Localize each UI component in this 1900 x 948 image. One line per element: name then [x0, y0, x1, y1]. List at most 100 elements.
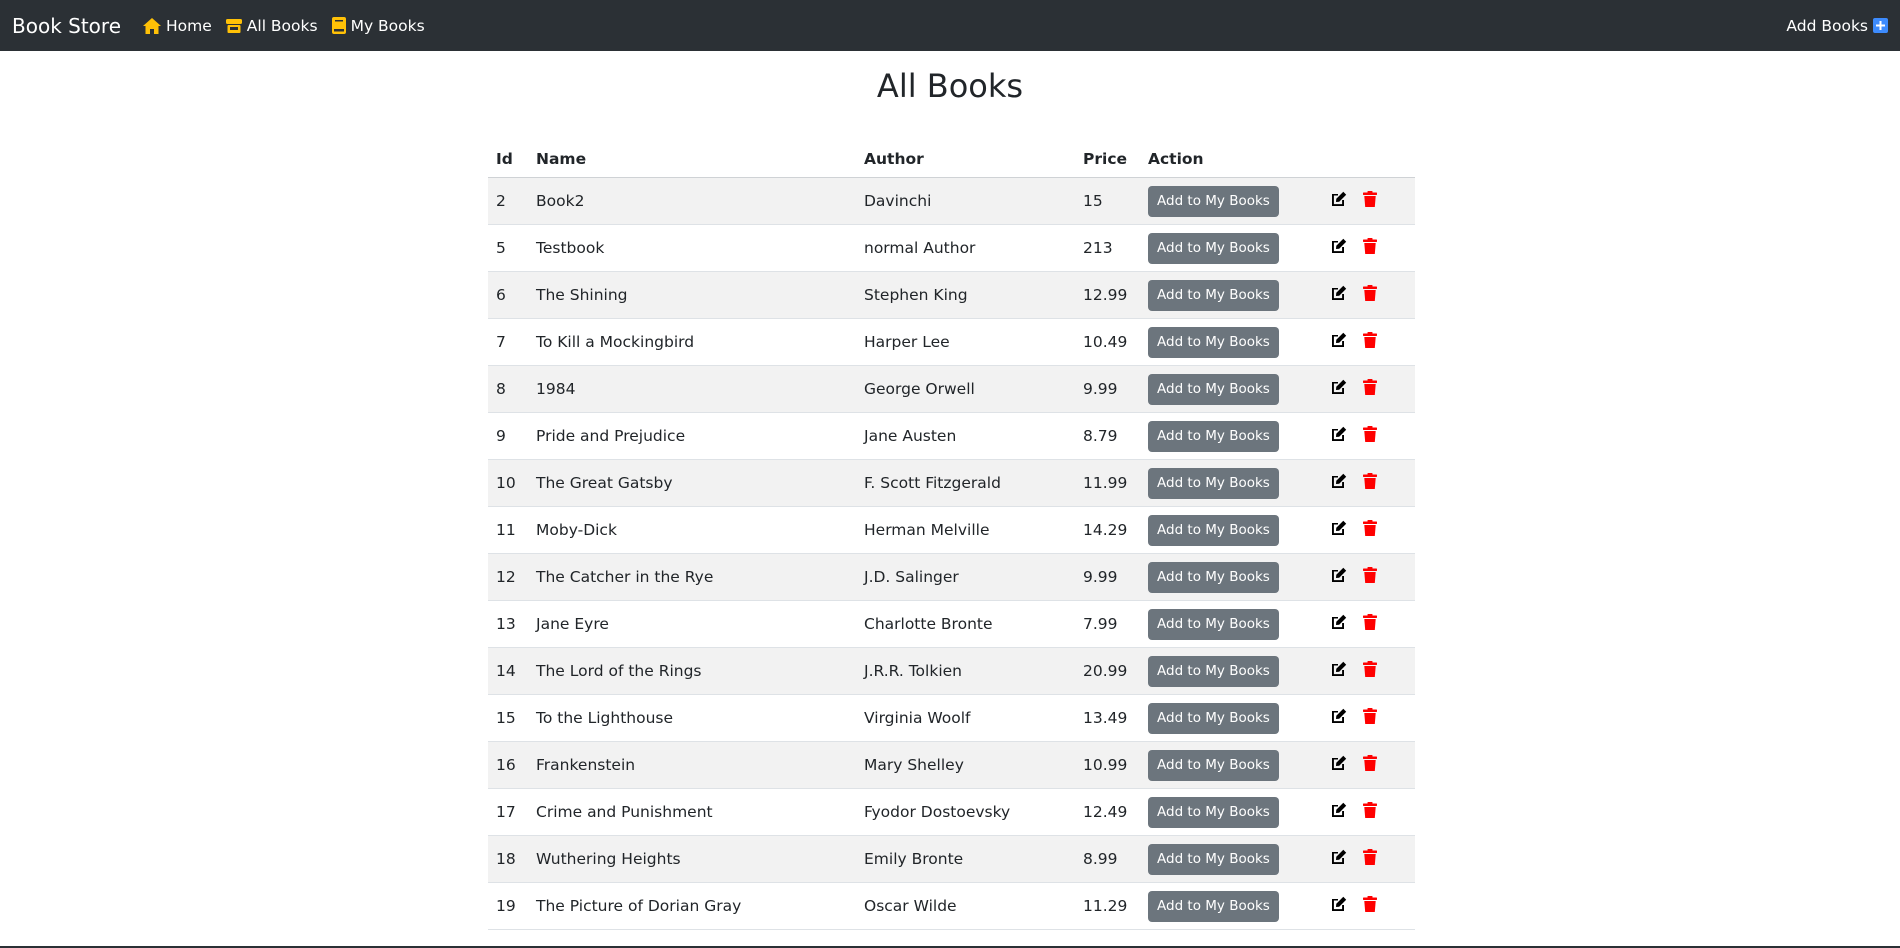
delete-button[interactable] — [1363, 238, 1377, 254]
trash-icon — [1363, 708, 1377, 724]
cell-name: Book2 — [528, 177, 856, 225]
cell-edit-action — [1323, 647, 1355, 695]
delete-button[interactable] — [1363, 708, 1377, 724]
edit-button[interactable] — [1331, 520, 1347, 536]
table-row: 2 Book2 Davinchi 15 Add to My Books — [488, 177, 1415, 225]
cell-delete-action — [1355, 882, 1415, 930]
delete-button[interactable] — [1363, 379, 1377, 395]
edit-icon — [1332, 332, 1347, 347]
cell-edit-action — [1323, 553, 1355, 601]
delete-button[interactable] — [1363, 661, 1377, 677]
edit-button[interactable] — [1331, 708, 1347, 724]
edit-button[interactable] — [1331, 755, 1347, 771]
add-to-my-books-button[interactable]: Add to My Books — [1148, 608, 1279, 640]
delete-button[interactable] — [1363, 426, 1377, 442]
cell-edit-action — [1323, 412, 1355, 460]
table-row: 10 The Great Gatsby F. Scott Fitzgerald … — [488, 459, 1415, 507]
delete-button[interactable] — [1363, 614, 1377, 630]
edit-button[interactable] — [1331, 332, 1347, 348]
cell-price: 13.49 — [1075, 694, 1140, 742]
add-to-my-books-button[interactable]: Add to My Books — [1148, 655, 1279, 687]
add-books-link[interactable]: Add Books — [1786, 17, 1888, 35]
edit-button[interactable] — [1331, 614, 1347, 630]
edit-button[interactable] — [1331, 379, 1347, 395]
edit-button[interactable] — [1331, 849, 1347, 865]
trash-icon — [1363, 379, 1377, 395]
table-row: 8 1984 George Orwell 9.99 Add to My Book… — [488, 365, 1415, 413]
nav-home-link[interactable]: Home — [143, 17, 212, 35]
delete-button[interactable] — [1363, 520, 1377, 536]
trash-icon — [1363, 191, 1377, 207]
delete-button[interactable] — [1363, 473, 1377, 489]
brand-logo-text[interactable]: Book Store — [12, 14, 121, 38]
add-to-my-books-button[interactable]: Add to My Books — [1148, 185, 1279, 217]
edit-button[interactable] — [1331, 426, 1347, 442]
delete-button[interactable] — [1363, 191, 1377, 207]
nav-my-books-link[interactable]: My Books — [331, 17, 425, 35]
add-to-my-books-button[interactable]: Add to My Books — [1148, 514, 1279, 546]
add-to-my-books-button[interactable]: Add to My Books — [1148, 702, 1279, 734]
edit-icon — [1332, 755, 1347, 770]
table-row: 13 Jane Eyre Charlotte Bronte 7.99 Add t… — [488, 600, 1415, 648]
cell-id: 7 — [488, 318, 528, 366]
edit-button[interactable] — [1331, 802, 1347, 818]
trash-icon — [1363, 238, 1377, 254]
edit-icon — [1332, 708, 1347, 723]
edit-button[interactable] — [1331, 238, 1347, 254]
add-to-my-books-button[interactable]: Add to My Books — [1148, 326, 1279, 358]
trash-icon — [1363, 473, 1377, 489]
cell-price: 12.99 — [1075, 271, 1140, 319]
cell-edit-action — [1323, 694, 1355, 742]
edit-button[interactable] — [1331, 567, 1347, 583]
add-to-my-books-button[interactable]: Add to My Books — [1148, 561, 1279, 593]
edit-button[interactable] — [1331, 191, 1347, 207]
delete-button[interactable] — [1363, 285, 1377, 301]
cell-price: 8.99 — [1075, 835, 1140, 883]
delete-button[interactable] — [1363, 802, 1377, 818]
table-row: 15 To the Lighthouse Virginia Woolf 13.4… — [488, 694, 1415, 742]
delete-button[interactable] — [1363, 896, 1377, 912]
add-to-my-books-button[interactable]: Add to My Books — [1148, 279, 1279, 311]
header-action: Action — [1140, 141, 1415, 178]
edit-button[interactable] — [1331, 473, 1347, 489]
delete-button[interactable] — [1363, 567, 1377, 583]
cell-name: To Kill a Mockingbird — [528, 318, 856, 366]
cell-add-action: Add to My Books — [1140, 506, 1323, 554]
add-to-my-books-button[interactable]: Add to My Books — [1148, 420, 1279, 452]
cell-delete-action — [1355, 459, 1415, 507]
add-to-my-books-button[interactable]: Add to My Books — [1148, 373, 1279, 405]
shop-icon — [225, 18, 242, 33]
table-row: 9 Pride and Prejudice Jane Austen 8.79 A… — [488, 412, 1415, 460]
edit-icon — [1332, 802, 1347, 817]
edit-button[interactable] — [1331, 896, 1347, 912]
nav-all-books-link[interactable]: All Books — [225, 17, 318, 35]
cell-edit-action — [1323, 600, 1355, 648]
edit-button[interactable] — [1331, 285, 1347, 301]
edit-button[interactable] — [1331, 661, 1347, 677]
trash-icon — [1363, 285, 1377, 301]
cell-name: The Lord of the Rings — [528, 647, 856, 695]
cell-author: Herman Melville — [856, 506, 1075, 554]
table-row: 12 The Catcher in the Rye J.D. Salinger … — [488, 553, 1415, 601]
cell-add-action: Add to My Books — [1140, 694, 1323, 742]
add-to-my-books-button[interactable]: Add to My Books — [1148, 890, 1279, 922]
add-to-my-books-button[interactable]: Add to My Books — [1148, 796, 1279, 828]
add-to-my-books-button[interactable]: Add to My Books — [1148, 467, 1279, 499]
cell-delete-action — [1355, 506, 1415, 554]
add-to-my-books-button[interactable]: Add to My Books — [1148, 232, 1279, 264]
delete-button[interactable] — [1363, 755, 1377, 771]
edit-icon — [1332, 661, 1347, 676]
cell-delete-action — [1355, 788, 1415, 836]
edit-icon — [1332, 473, 1347, 488]
table-row: 14 The Lord of the Rings J.R.R. Tolkien … — [488, 647, 1415, 695]
cell-author: F. Scott Fitzgerald — [856, 459, 1075, 507]
cell-delete-action — [1355, 600, 1415, 648]
delete-button[interactable] — [1363, 849, 1377, 865]
delete-button[interactable] — [1363, 332, 1377, 348]
add-to-my-books-button[interactable]: Add to My Books — [1148, 749, 1279, 781]
table-row: 19 The Picture of Dorian Gray Oscar Wild… — [488, 882, 1415, 930]
cell-add-action: Add to My Books — [1140, 788, 1323, 836]
cell-id: 18 — [488, 835, 528, 883]
table-row: 7 To Kill a Mockingbird Harper Lee 10.49… — [488, 318, 1415, 366]
add-to-my-books-button[interactable]: Add to My Books — [1148, 843, 1279, 875]
